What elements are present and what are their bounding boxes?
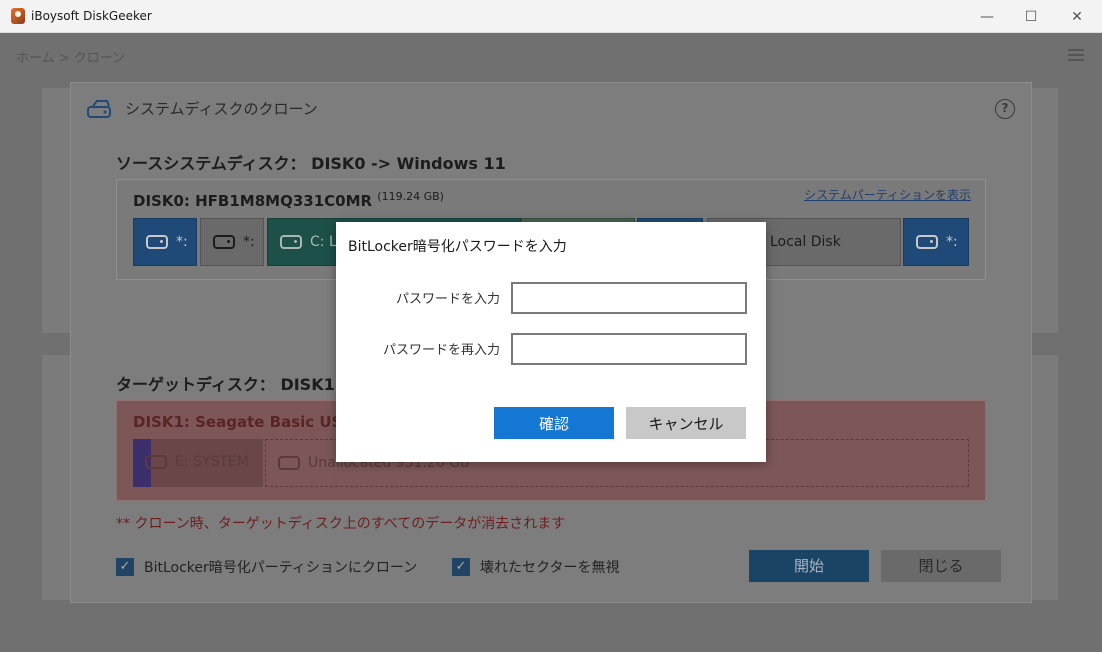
partition-label: C: L	[310, 234, 337, 250]
password-dialog-title: BitLocker暗号化パスワードを入力	[348, 239, 567, 255]
checkbox-checked-icon[interactable]: ✓	[116, 558, 134, 576]
confirm-button[interactable]: 確認	[494, 407, 614, 439]
checkbox-checked-icon[interactable]: ✓	[452, 558, 470, 576]
source-disk-size: (119.24 GB)	[377, 190, 444, 203]
title-bar: iBoysoft DiskGeeker — ☐ ✕	[0, 0, 1102, 33]
show-system-partitions-link[interactable]: システムパーティションを表示	[804, 186, 971, 203]
partition-label: *:	[176, 234, 188, 250]
start-button[interactable]: 開始	[749, 550, 869, 582]
maximize-button[interactable]: ☐	[1008, 6, 1054, 28]
partition-tile[interactable]: *:	[133, 218, 197, 266]
drive-icon	[146, 235, 168, 249]
close-button[interactable]: 閉じる	[881, 550, 1001, 582]
drive-icon	[145, 455, 167, 469]
ignore-bad-sectors-option[interactable]: ✓ 壊れたセクターを無視	[452, 557, 619, 577]
bitlocker-clone-label: BitLocker暗号化パーティションにクローン	[144, 560, 418, 576]
confirm-password-input[interactable]	[511, 333, 747, 365]
erase-warning: ** クローン時、ターゲットディスク上のすべてのデータが消去されます	[116, 516, 566, 532]
partition-label: *:	[243, 234, 255, 250]
disk-clone-icon	[87, 100, 111, 118]
password-input[interactable]	[511, 282, 747, 314]
source-disk-name: DISK0: HFB1M8MQ331C0MR (119.24 GB)	[133, 190, 444, 210]
breadcrumb[interactable]: ホーム > クローン	[16, 47, 125, 66]
drive-icon	[213, 235, 235, 249]
partition-label: E: SYSTEM	[175, 454, 249, 470]
target-partition-tile[interactable]: E: SYSTEM	[133, 439, 263, 487]
help-icon[interactable]: ?	[995, 99, 1015, 119]
close-window-button[interactable]: ✕	[1054, 6, 1100, 28]
window-title: iBoysoft DiskGeeker	[31, 9, 152, 23]
partition-label: *:	[946, 234, 958, 250]
menu-icon[interactable]	[1068, 49, 1084, 61]
partition-tile[interactable]: *:	[903, 218, 969, 266]
source-disk-model: DISK0: HFB1M8MQ331C0MR	[133, 192, 373, 210]
minimize-button[interactable]: —	[964, 6, 1010, 28]
drive-icon	[916, 235, 938, 249]
bitlocker-clone-option[interactable]: ✓ BitLocker暗号化パーティションにクローン	[116, 557, 417, 577]
app-logo-icon	[11, 8, 25, 24]
partition-tile[interactable]: *:	[200, 218, 264, 266]
source-heading: ソースシステムディスク： DISK0 -> Windows 11	[116, 154, 506, 173]
target-disk-name: DISK1: Seagate Basic USB	[133, 413, 354, 431]
confirm-password-label: パスワードを再入力	[382, 343, 500, 358]
ignore-bad-sectors-label: 壊れたセクターを無視	[480, 560, 620, 576]
password-label: パスワードを入力	[395, 292, 500, 307]
cancel-button[interactable]: キャンセル	[626, 407, 746, 439]
target-heading: ターゲットディスク： DISK1	[116, 375, 335, 394]
drive-icon	[280, 235, 302, 249]
dialog-title: システムディスクのクローン	[125, 100, 318, 118]
bitlocker-password-dialog: BitLocker暗号化パスワードを入力 パスワードを入力 パスワードを再入力 …	[336, 222, 766, 462]
partition-label: Local Disk	[770, 234, 841, 250]
drive-icon	[278, 456, 300, 470]
